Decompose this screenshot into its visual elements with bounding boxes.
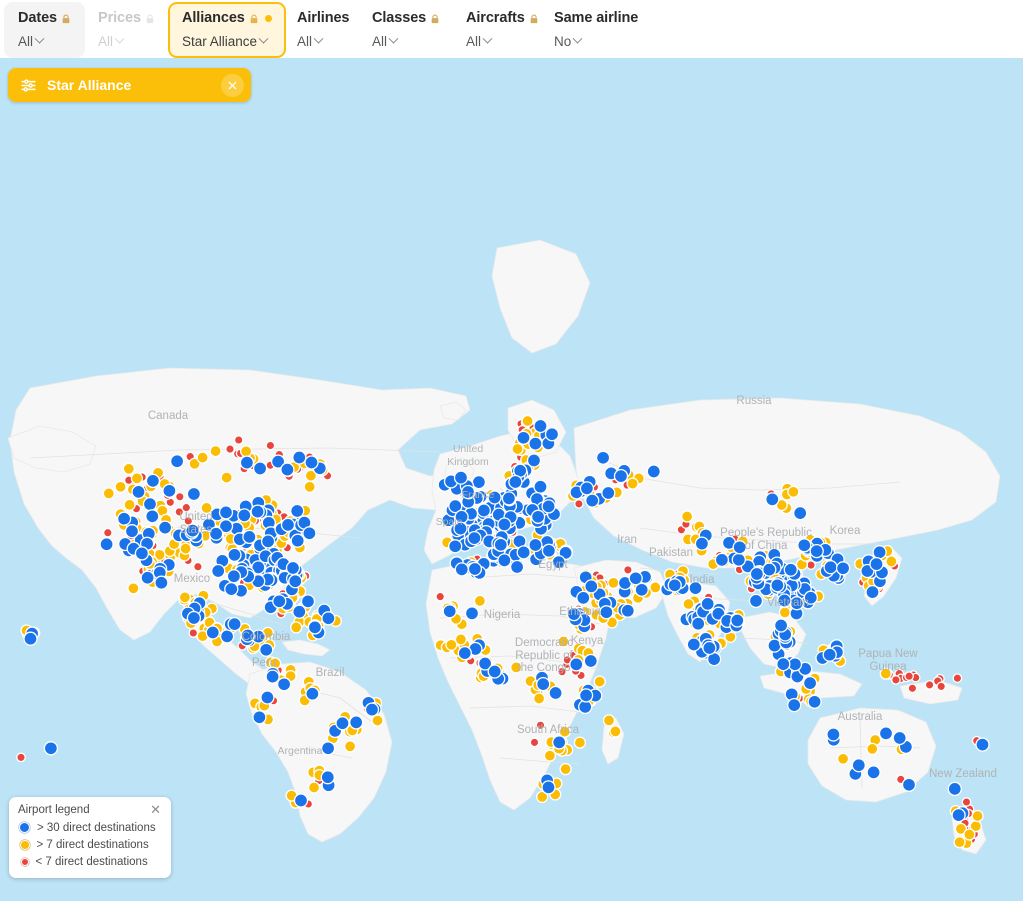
- filter-tab-value: All: [372, 33, 388, 49]
- filter-tab-header: Alliances: [182, 10, 272, 27]
- filter-tab-header: Aircrafts: [466, 10, 539, 27]
- filter-tab-value-row[interactable]: No: [554, 33, 638, 49]
- filter-tab-airlines[interactable]: Airlines All: [283, 2, 363, 58]
- filter-chip-label: Star Alliance: [47, 77, 132, 93]
- lock-icon: [430, 13, 440, 25]
- filter-tab-header: Dates: [18, 10, 71, 27]
- filter-tab-header: Same airline: [554, 10, 638, 27]
- legend-header: Airport legend ✕: [18, 803, 162, 816]
- filter-tab-title: Classes: [372, 10, 427, 27]
- filter-tab-value: Star Alliance: [182, 33, 258, 49]
- legend-item-label: < 7 direct destinations: [35, 855, 148, 868]
- filter-tab-value: All: [98, 33, 114, 49]
- filter-tab-header: Classes: [372, 10, 440, 27]
- filter-tab-alliances[interactable]: Alliances Star Alliance: [168, 2, 286, 58]
- filter-tab-header: Prices: [98, 10, 155, 27]
- filter-tab-value: No: [554, 33, 572, 49]
- filter-tab-value-row[interactable]: All: [372, 33, 440, 49]
- chevron-down-icon: [313, 33, 324, 44]
- filter-tab-value-row: All: [98, 33, 155, 49]
- legend-swatch-blue: [19, 822, 30, 833]
- legend-item[interactable]: > 7 direct destinations: [18, 836, 162, 853]
- filter-tab-value: All: [18, 33, 34, 49]
- filter-tab-title: Prices: [98, 10, 141, 27]
- tune-sliders-icon: [20, 77, 37, 94]
- legend-item[interactable]: > 30 direct destinations: [18, 819, 162, 836]
- filter-tab-classes[interactable]: Classes All: [358, 2, 454, 58]
- filter-tab-aircrafts[interactable]: Aircrafts All: [452, 2, 553, 58]
- filter-tab-value-row[interactable]: All: [466, 33, 539, 49]
- filter-active-badge: [264, 15, 272, 22]
- filter-bar: Dates All Prices All Alliances Star Alliance A…: [0, 0, 1023, 58]
- filter-tab-title: Dates: [18, 10, 57, 27]
- close-icon[interactable]: ✕: [149, 803, 162, 816]
- legend-item-label: > 7 direct destinations: [36, 838, 149, 851]
- filter-tab-prices: Prices All: [84, 2, 169, 58]
- filter-tab-value-row[interactable]: All: [18, 33, 71, 49]
- filter-tab-title: Same airline: [554, 10, 639, 27]
- legend-swatch-yellow: [19, 839, 30, 850]
- filter-tab-value-row[interactable]: Star Alliance: [182, 33, 272, 49]
- lock-icon: [529, 13, 539, 25]
- airport-legend-panel[interactable]: Airport legend ✕ > 30 direct destination…: [9, 797, 171, 878]
- filter-tab-header: Airlines: [297, 10, 349, 27]
- legend-item-label: > 30 direct destinations: [37, 821, 156, 834]
- lock-icon: [145, 13, 155, 25]
- filter-tab-same-airline[interactable]: Same airline No: [540, 2, 652, 58]
- chevron-down-icon: [388, 33, 399, 44]
- close-icon[interactable]: [221, 73, 244, 97]
- chevron-down-icon: [572, 33, 583, 44]
- filter-tab-value-row[interactable]: All: [297, 33, 349, 49]
- lock-icon: [249, 13, 259, 25]
- legend-item[interactable]: < 7 direct destinations: [18, 853, 162, 870]
- chevron-down-icon: [258, 33, 269, 44]
- filter-tab-value: All: [466, 33, 482, 49]
- filter-chip-star-alliance[interactable]: Star Alliance: [8, 68, 251, 102]
- filter-tab-value: All: [297, 33, 313, 49]
- legend-item-list: > 30 direct destinations > 7 direct desti…: [18, 819, 162, 870]
- filter-tab-title: Airlines: [297, 10, 350, 27]
- chevron-down-icon: [114, 33, 125, 44]
- map-geometry: [0, 58, 1023, 901]
- chevron-down-icon: [482, 33, 493, 44]
- legend-title: Airport legend: [18, 804, 90, 816]
- filter-tab-dates[interactable]: Dates All: [4, 2, 85, 58]
- chevron-down-icon: [34, 33, 45, 44]
- world-map[interactable]: Canada United States Mexico Colombia Peru Bra…: [0, 58, 1023, 901]
- lock-icon: [61, 13, 71, 25]
- legend-swatch-red: [20, 857, 29, 866]
- filter-tab-title: Aircrafts: [466, 10, 525, 27]
- filter-tab-title: Alliances: [182, 10, 245, 27]
